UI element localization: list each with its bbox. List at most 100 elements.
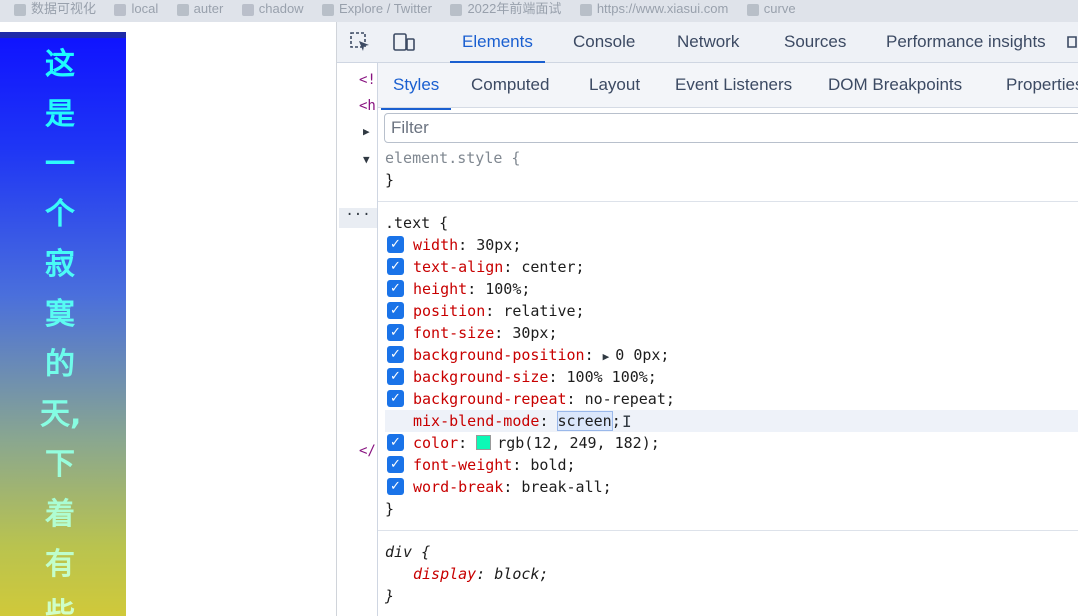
declaration-background-position[interactable]: ✓ background-position: ▶ 0 0px; bbox=[385, 344, 1078, 366]
bookmark-item[interactable]: curve bbox=[746, 1, 796, 16]
style-rules: element.style { } .text { ✓ width: 30px;… bbox=[378, 147, 1078, 607]
declaration-color[interactable]: ✓ color: rgb(12, 249, 182); bbox=[385, 432, 1078, 454]
property-value: block; bbox=[494, 565, 549, 583]
expand-triangle-icon[interactable]: ▶ bbox=[363, 125, 370, 138]
tab-layout[interactable]: Layout bbox=[589, 75, 640, 95]
expand-triangle-icon[interactable]: ▶ bbox=[603, 346, 610, 368]
property-value[interactable]: rgb(12, 249, 182); bbox=[497, 434, 660, 452]
declaration-checkbox[interactable]: ✓ bbox=[387, 434, 404, 451]
bookmark-item[interactable]: auter bbox=[176, 1, 223, 16]
performance-insights-icon bbox=[1067, 36, 1077, 48]
tab-dom-breakpoints[interactable]: DOM Breakpoints bbox=[828, 75, 962, 95]
property-value[interactable]: 0 0px; bbox=[615, 346, 669, 364]
declaration-checkbox[interactable]: ✓ bbox=[387, 236, 404, 253]
property-name[interactable]: background-size bbox=[413, 368, 548, 386]
property-name[interactable]: text-align bbox=[413, 258, 503, 276]
bookmark-icon bbox=[241, 3, 254, 16]
rule-close-brace: } bbox=[385, 500, 395, 518]
bookmark-icon bbox=[14, 3, 26, 16]
bookmark-item[interactable]: Explore / Twitter bbox=[322, 1, 432, 16]
rule-selector[interactable]: .text { bbox=[385, 212, 1078, 234]
bar-top-edge bbox=[0, 32, 126, 38]
tab-elements[interactable]: Elements bbox=[450, 32, 545, 63]
tab-properties[interactable]: Properties bbox=[1006, 75, 1078, 95]
more-actions-dots[interactable]: ··· bbox=[339, 208, 377, 228]
bookmark-icon bbox=[450, 3, 463, 16]
declaration-checkbox[interactable]: ✓ bbox=[387, 280, 404, 297]
property-value[interactable]: 30px; bbox=[512, 324, 557, 342]
tab-console[interactable]: Console bbox=[573, 32, 635, 52]
property-name[interactable]: background-repeat bbox=[413, 390, 567, 408]
declaration-font-size[interactable]: ✓ font-size: 30px; bbox=[385, 322, 1078, 344]
tab-computed[interactable]: Computed bbox=[471, 75, 549, 95]
tab-sources[interactable]: Sources bbox=[784, 32, 846, 52]
bookmark-icon bbox=[579, 3, 592, 16]
declaration-checkbox[interactable]: ✓ bbox=[387, 478, 404, 495]
declaration-checkbox[interactable]: ✓ bbox=[387, 346, 404, 363]
styles-sidebar: Styles Computed Layout Event Listeners D… bbox=[377, 63, 1078, 616]
collapse-triangle-icon[interactable]: ▼ bbox=[363, 153, 370, 166]
rule-div-user-agent: div { display: block; } bbox=[378, 531, 1078, 607]
property-value[interactable]: center; bbox=[521, 258, 584, 276]
rule-close-brace: } bbox=[385, 171, 395, 189]
declaration-checkbox[interactable]: ✓ bbox=[387, 390, 404, 407]
declaration-checkbox[interactable]: ✓ bbox=[387, 456, 404, 473]
property-value[interactable]: no-repeat; bbox=[585, 390, 675, 408]
tab-event-listeners[interactable]: Event Listeners bbox=[675, 75, 792, 95]
bookmark-item[interactable]: chadow bbox=[241, 1, 304, 16]
declaration-background-size[interactable]: ✓ background-size: 100% 100%; bbox=[385, 366, 1078, 388]
bookmark-item[interactable]: https://www.xiasui.com bbox=[579, 1, 728, 16]
property-value[interactable]: 100% 100%; bbox=[567, 368, 657, 386]
declaration-word-break[interactable]: ✓ word-break: break-all; bbox=[385, 476, 1078, 498]
property-name[interactable]: font-weight bbox=[413, 456, 512, 474]
property-value[interactable]: relative; bbox=[503, 302, 584, 320]
property-value[interactable]: bold; bbox=[530, 456, 575, 474]
declaration-checkbox[interactable]: ✓ bbox=[387, 324, 404, 341]
property-value-editing[interactable]: screen bbox=[556, 411, 613, 431]
rule-selector: div { bbox=[385, 543, 431, 561]
property-value[interactable]: 30px; bbox=[476, 236, 521, 254]
property-name[interactable]: font-size bbox=[413, 324, 494, 342]
declaration-font-weight[interactable]: ✓ font-weight: bold; bbox=[385, 454, 1078, 476]
property-name[interactable]: mix-blend-mode bbox=[413, 412, 539, 430]
rule-selector[interactable]: element.style { bbox=[385, 147, 1078, 169]
styles-filter-input[interactable] bbox=[385, 114, 1033, 142]
bookmark-icon bbox=[322, 3, 335, 16]
declaration-height[interactable]: ✓ height: 100%; bbox=[385, 278, 1078, 300]
declaration-checkbox[interactable]: ✓ bbox=[387, 258, 404, 275]
property-value[interactable]: 100%; bbox=[485, 280, 530, 298]
declaration-text-align[interactable]: ✓ text-align: center; bbox=[385, 256, 1078, 278]
bookmark-item[interactable]: 数据可视化 bbox=[14, 0, 96, 17]
bookmark-icon bbox=[176, 3, 189, 16]
color-swatch[interactable] bbox=[476, 435, 492, 450]
property-name[interactable]: color bbox=[413, 434, 458, 452]
tree-node-closing-tag[interactable]: </ bbox=[359, 443, 376, 459]
declaration-mix-blend-mode[interactable]: mix-blend-mode: screen; I bbox=[385, 410, 1078, 432]
property-name[interactable]: word-break bbox=[413, 478, 503, 496]
sidebar-tabs: Styles Computed Layout Event Listeners D… bbox=[378, 63, 1078, 110]
tab-network[interactable]: Network bbox=[677, 32, 739, 52]
tree-node-doctype[interactable]: <! bbox=[359, 72, 376, 88]
bookmark-item[interactable]: local bbox=[114, 1, 158, 16]
property-value[interactable]: break-all; bbox=[521, 478, 611, 496]
declaration-checkbox[interactable]: ✓ bbox=[387, 302, 404, 319]
property-name[interactable]: width bbox=[413, 236, 458, 254]
declaration-background-repeat[interactable]: ✓ background-repeat: no-repeat; bbox=[385, 388, 1078, 410]
tree-node-html[interactable]: <h bbox=[359, 98, 376, 114]
tab-performance-insights[interactable]: Performance insights bbox=[886, 32, 1046, 52]
property-name[interactable]: position bbox=[413, 302, 485, 320]
page-preview: 这是一个寂寞的天,下着有些 bbox=[0, 22, 336, 616]
inspect-element-icon[interactable] bbox=[349, 31, 371, 53]
declaration-checkbox[interactable]: ✓ bbox=[387, 368, 404, 385]
declaration-position[interactable]: ✓ position: relative; bbox=[385, 300, 1078, 322]
tab-styles[interactable]: Styles bbox=[380, 75, 452, 110]
styles-filter-box[interactable] bbox=[384, 113, 1078, 143]
bookmark-item[interactable]: 2022年前端面试 bbox=[450, 0, 561, 17]
bookmark-icon bbox=[746, 3, 759, 16]
declaration-width[interactable]: ✓ width: 30px; bbox=[385, 234, 1078, 256]
declaration-display: display: block; bbox=[413, 565, 549, 583]
device-toolbar-icon[interactable] bbox=[393, 31, 415, 53]
property-name[interactable]: background-position bbox=[413, 346, 585, 364]
property-name[interactable]: height bbox=[413, 280, 467, 298]
devtools-panel: Elements Console Network Sources Perform… bbox=[337, 22, 1078, 616]
